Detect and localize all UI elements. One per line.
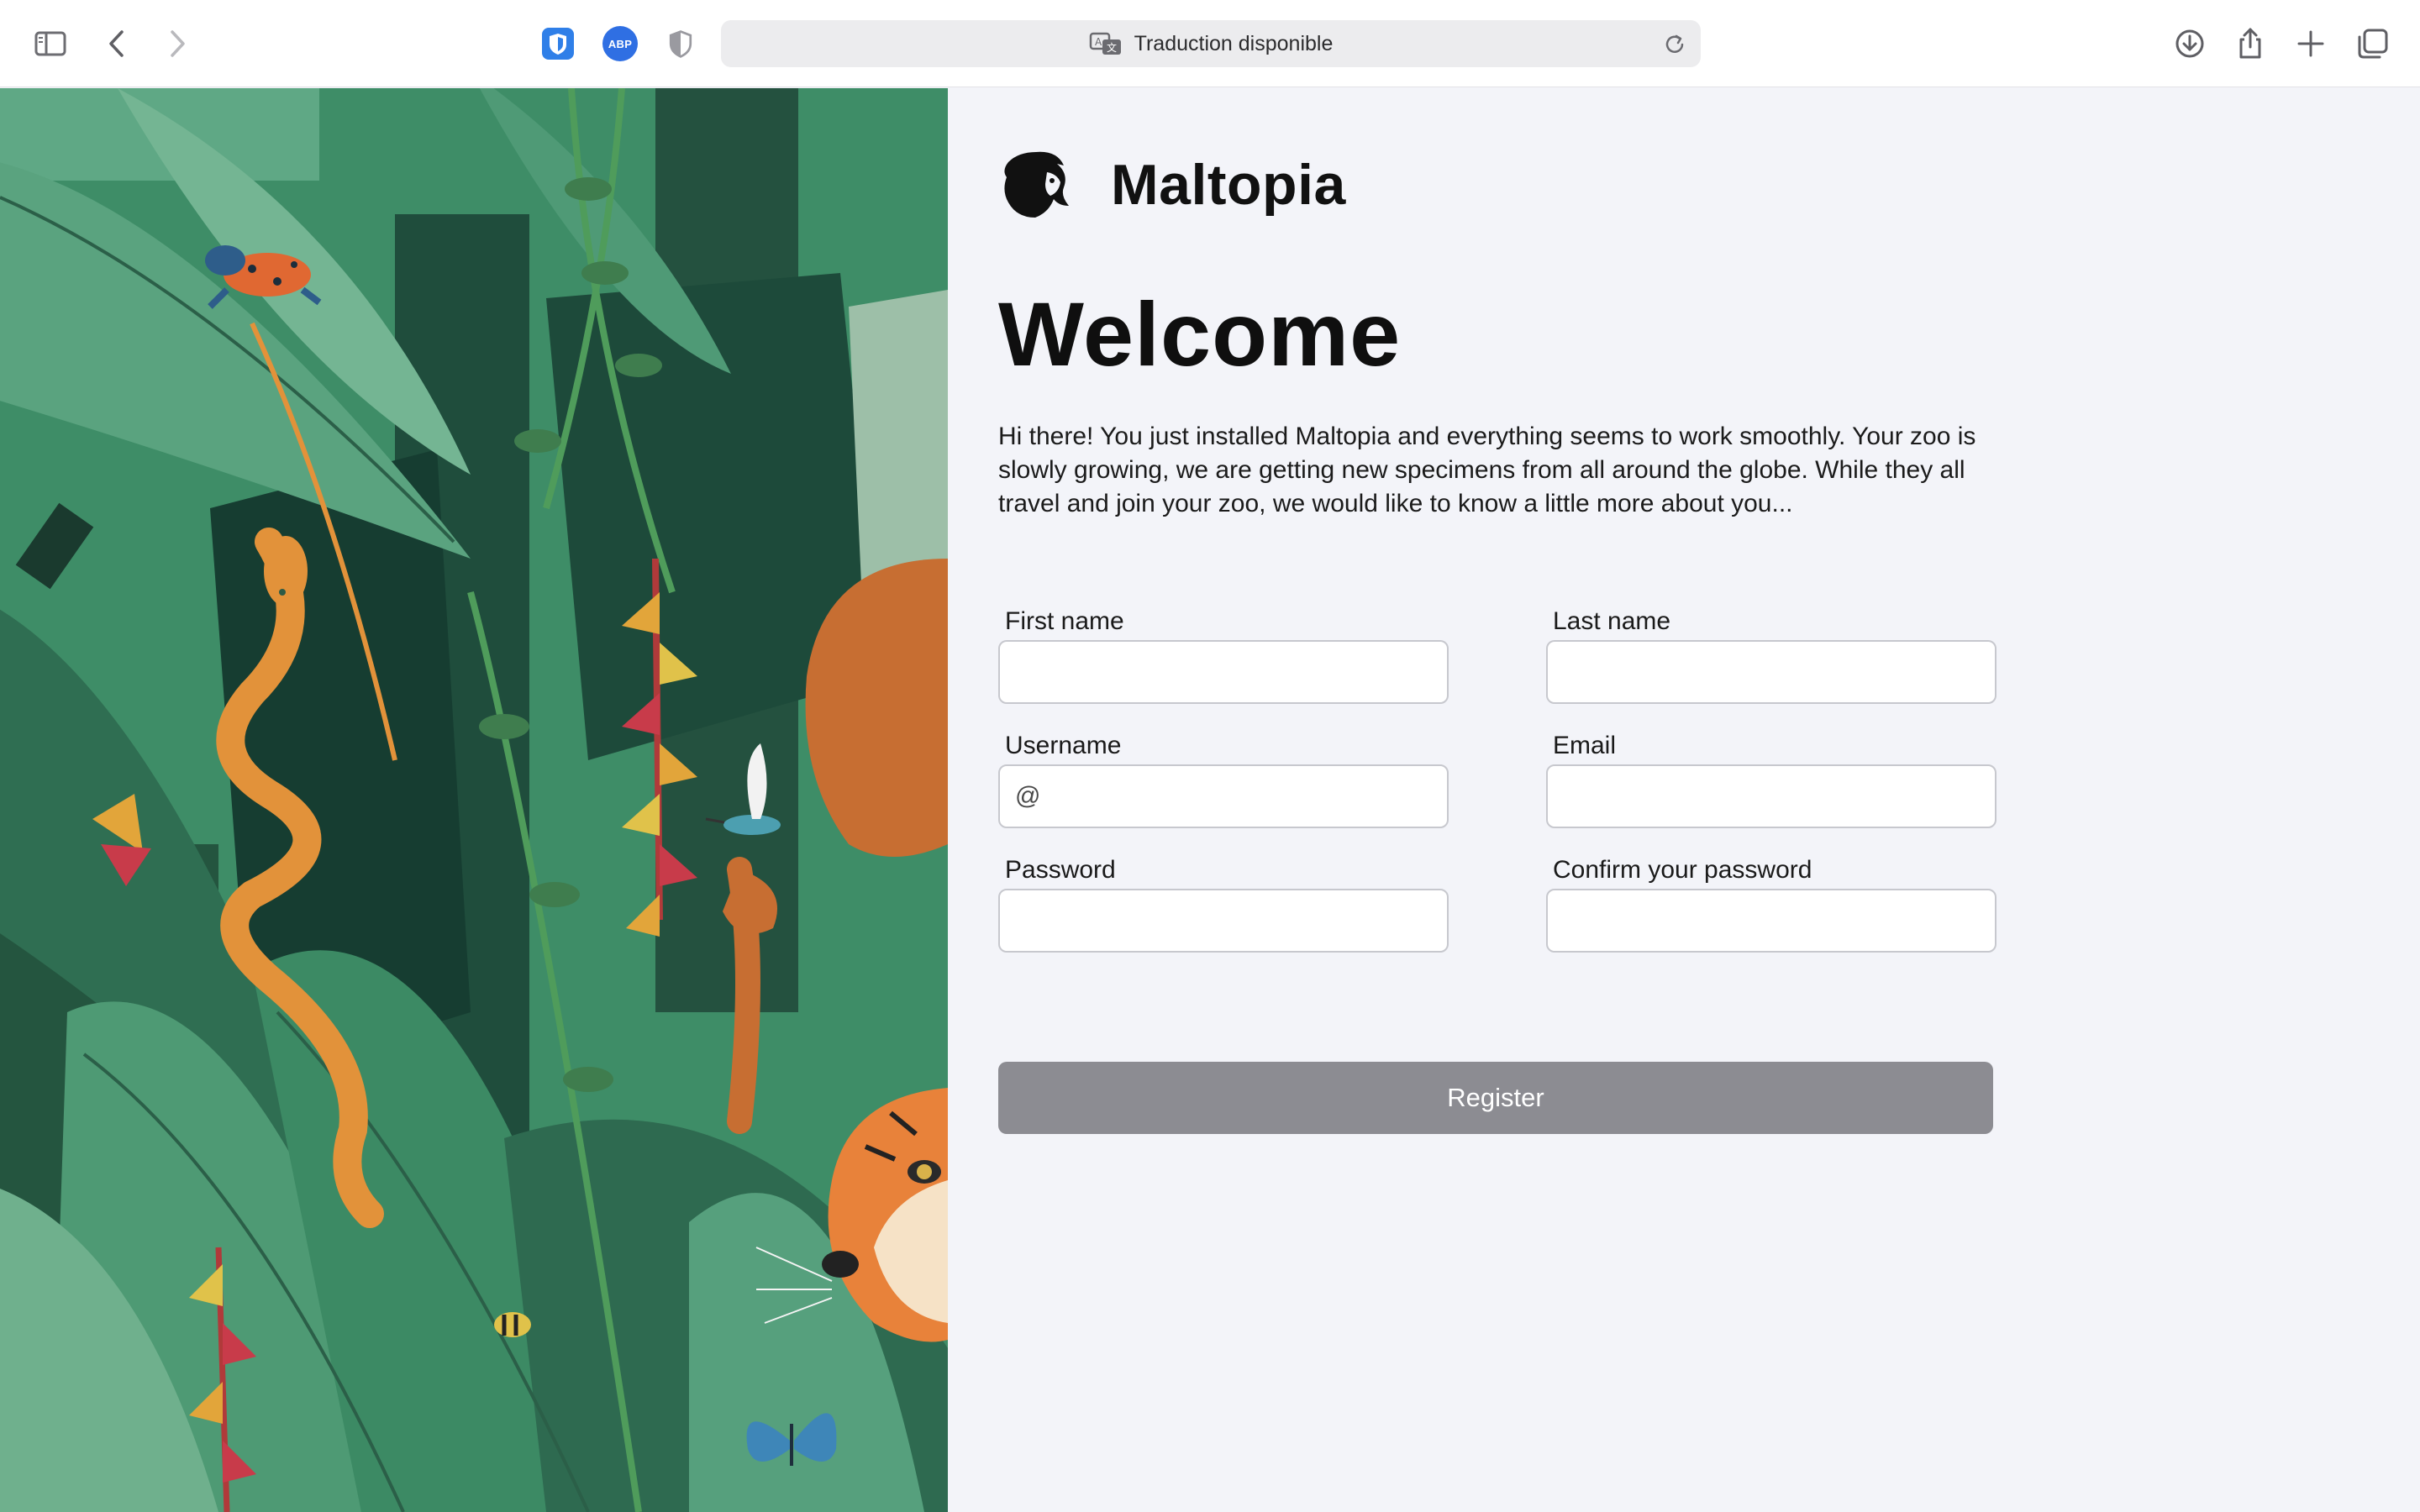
intro-text: Hi there! You just installed Maltopia an… — [998, 423, 1976, 517]
username-prefix: @ — [1015, 782, 1041, 810]
download-icon[interactable] — [2165, 18, 2215, 69]
username-input[interactable]: @ — [998, 764, 1449, 828]
last-name-field-group: Last name — [1546, 605, 1996, 704]
username-field-group: Username @ — [998, 729, 1449, 828]
lion-head-icon — [1004, 151, 1069, 218]
address-bar[interactable]: A文 Traduction disponible — [721, 20, 1701, 67]
tabs-icon[interactable] — [2348, 18, 2398, 69]
share-icon[interactable] — [2225, 18, 2275, 69]
last-name-input[interactable] — [1546, 640, 1996, 704]
page-title: Welcome — [998, 283, 1402, 385]
password-field-group: Password — [998, 853, 1449, 953]
confirm-password-input[interactable] — [1546, 889, 1996, 953]
password-input[interactable] — [998, 889, 1449, 953]
confirm-password-label: Confirm your password — [1553, 856, 1812, 884]
reload-icon[interactable] — [1662, 32, 1687, 57]
chevron-left-icon[interactable] — [92, 18, 143, 69]
email-field-group: Email — [1546, 729, 1996, 828]
svg-text:A: A — [1095, 36, 1102, 48]
svg-text:文: 文 — [1107, 41, 1117, 54]
first-name-field-group: First name — [998, 605, 1449, 704]
half-shield-icon[interactable] — [663, 26, 698, 61]
email-input[interactable] — [1546, 764, 1996, 828]
registration-panel: Maltopia Welcome Hi there! You just inst… — [948, 88, 2420, 1512]
browser-toolbar: ABP A文 Traduction disponible — [0, 0, 2420, 87]
translate-icon[interactable]: A文 — [1089, 30, 1123, 57]
brand-name: Maltopia — [1111, 153, 1346, 217]
address-text: Traduction disponible — [1134, 31, 1334, 55]
brand: Maltopia — [998, 147, 1346, 223]
chevron-right-icon[interactable] — [151, 18, 202, 69]
first-name-label: First name — [1005, 607, 1124, 635]
email-label: Email — [1553, 732, 1617, 759]
jungle-illustration — [0, 88, 948, 1512]
first-name-input[interactable] — [998, 640, 1449, 704]
abp-icon[interactable]: ABP — [602, 26, 638, 61]
register-button[interactable]: Register — [998, 1062, 1993, 1134]
sidebar-icon[interactable] — [25, 18, 76, 69]
confirm-password-field-group: Confirm your password — [1546, 853, 1996, 953]
plus-icon[interactable] — [2286, 18, 2336, 69]
password-label: Password — [1005, 856, 1116, 884]
bitwarden-shield-icon[interactable] — [540, 26, 576, 61]
abp-label: ABP — [602, 26, 638, 61]
last-name-label: Last name — [1553, 607, 1671, 635]
username-label: Username — [1005, 732, 1122, 759]
